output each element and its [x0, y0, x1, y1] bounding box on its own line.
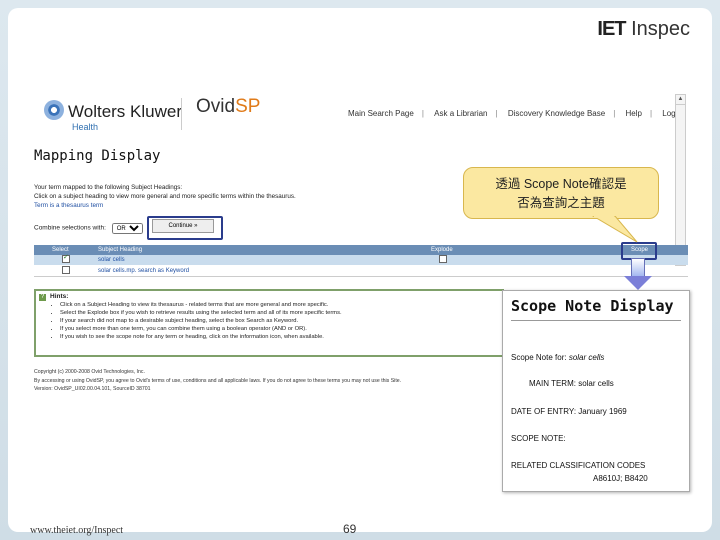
- main-term: MAIN TERM: solar cells: [529, 379, 614, 388]
- scope-note-title: Scope Note Display: [511, 297, 674, 315]
- vertical-scrollbar[interactable]: ▲: [675, 94, 686, 266]
- select-checkbox[interactable]: [62, 266, 70, 274]
- scope-note-panel: Scope Note Display Scope Note for: solar…: [502, 290, 690, 492]
- keyword-search-link[interactable]: solar cells.mp. search as Keyword: [98, 266, 189, 276]
- explode-checkbox[interactable]: [439, 255, 447, 263]
- divider: [511, 320, 681, 321]
- table-row: solar cells.mp. search as Keyword: [34, 266, 688, 277]
- copyright-footer: Copyright (c) 2000-2008 Ovid Technologie…: [34, 369, 402, 392]
- page-title: Mapping Display: [34, 148, 161, 164]
- help-icon: ?: [39, 294, 46, 301]
- list-item: If your search did not map to a desirabl…: [60, 317, 342, 325]
- list-item: If you select more than one term, you ca…: [60, 325, 342, 333]
- top-navigation: Main Search Page | Ask a Librarian | Disco…: [348, 109, 685, 118]
- logo-divider: [181, 98, 182, 130]
- nav-help[interactable]: Help: [626, 109, 642, 118]
- scope-note-label: SCOPE NOTE:: [511, 434, 566, 443]
- footer-url: www.theiet.org/Inspect: [30, 525, 124, 536]
- combine-operator-select[interactable]: OR: [111, 223, 143, 234]
- table-row: solar cells: [34, 253, 688, 265]
- related-codes-value: A8610J; B8420: [593, 474, 648, 483]
- mapping-intro: Your term mapped to the following Subjec…: [34, 184, 296, 209]
- iet-inspec-logo: IET Inspec: [597, 18, 690, 40]
- hints-list: Click on a Subject Heading to view its t…: [52, 301, 342, 341]
- list-item: Select the Explode box if you wish to re…: [60, 309, 342, 317]
- down-arrow-head: [624, 276, 652, 290]
- callout-tail: [592, 216, 638, 243]
- combine-row: Combine selections with: OR: [34, 223, 143, 234]
- nav-knowledge-base[interactable]: Discovery Knowledge Base: [508, 109, 605, 118]
- list-item: If you wish to see the scope note for an…: [60, 333, 342, 341]
- down-arrow-icon: [631, 258, 645, 278]
- wolters-kluwer-logo: Wolters Kluwer Health: [44, 100, 204, 140]
- page-number: 69: [343, 522, 357, 536]
- select-checkbox[interactable]: [62, 253, 70, 263]
- date-of-entry: DATE OF ENTRY: January 1969: [511, 407, 627, 416]
- wolters-kluwer-icon: [44, 100, 64, 120]
- annotation-callout: 透過 Scope Note確認是 否為查詢之主題: [463, 167, 659, 219]
- nav-main-search[interactable]: Main Search Page: [348, 109, 414, 118]
- ovidsp-logo: OvidSP: [196, 96, 261, 117]
- scroll-up-arrow-icon[interactable]: ▲: [676, 95, 685, 105]
- nav-ask-librarian[interactable]: Ask a Librarian: [434, 109, 487, 118]
- hints-box: ? Hints: Click on a Subject Heading to v…: [34, 289, 504, 357]
- results-table-header: Select Subject Heading Explode Scope: [34, 245, 688, 255]
- continue-highlight-box: [147, 216, 223, 240]
- scope-note-for: Scope Note for: solar cells: [511, 353, 605, 362]
- subject-heading-link[interactable]: solar cells: [98, 255, 125, 265]
- related-codes-label: RELATED CLASSIFICATION CODES: [511, 461, 646, 470]
- list-item: Click on a Subject Heading to view its t…: [60, 301, 342, 309]
